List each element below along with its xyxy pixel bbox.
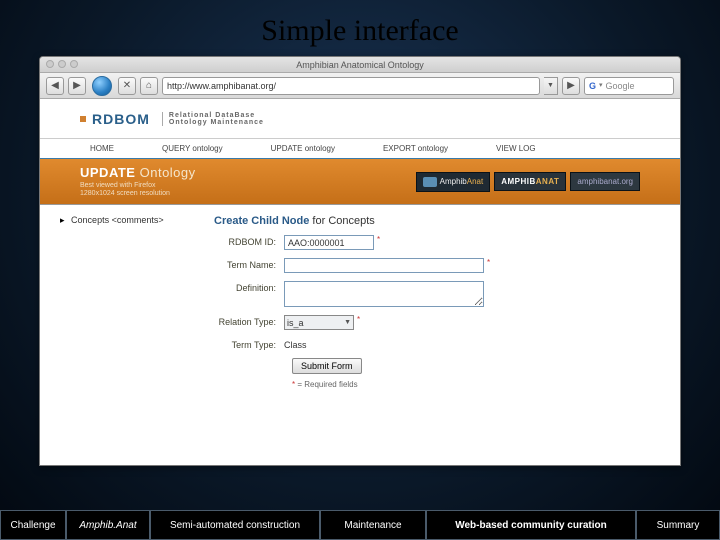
required-mark: * <box>377 235 380 244</box>
site-logo[interactable]: RDBOM Relational DataBase Ontology Maint… <box>80 111 264 127</box>
label-rdbom-id: RDBOM ID: <box>214 235 284 247</box>
label-term-name: Term Name: <box>214 258 284 270</box>
relation-type-select[interactable]: is_a▼ <box>284 315 354 330</box>
definition-field[interactable] <box>284 281 484 307</box>
required-note: * = Required fields <box>292 380 650 389</box>
page-content: RDBOM Relational DataBase Ontology Maint… <box>40 99 680 399</box>
nav-viewlog[interactable]: VIEW LOG <box>486 141 546 156</box>
left-tree: ▸ Concepts <comments> <box>60 215 200 389</box>
nav-home[interactable]: HOME <box>80 141 124 156</box>
form-heading: Create Child Node for Concepts <box>214 215 650 227</box>
minimize-icon[interactable] <box>58 60 66 68</box>
forward-button[interactable]: ▶ <box>68 77 86 95</box>
slide-nav: Challenge Amphib.Anat Semi-automated con… <box>0 510 720 540</box>
nav-update[interactable]: UPDATE ontology <box>261 141 345 156</box>
slidenav-amphibanat[interactable]: Amphib.Anat <box>66 510 150 540</box>
chevron-down-icon: ▼ <box>344 319 351 326</box>
required-mark: * <box>487 258 490 267</box>
close-icon[interactable] <box>46 60 54 68</box>
form-panel: Create Child Node for Concepts RDBOM ID:… <box>214 215 650 389</box>
window-title: Amphibian Anatomical Ontology <box>296 60 424 70</box>
url-text: http://www.amphibanat.org/ <box>167 78 276 94</box>
site-nav: HOME QUERY ontology UPDATE ontology EXPO… <box>40 139 680 159</box>
label-relation-type: Relation Type: <box>214 315 284 327</box>
url-bar[interactable]: http://www.amphibanat.org/ <box>162 77 540 95</box>
bullet-icon: ▸ <box>60 215 65 225</box>
logo-subtitle: Relational DataBase Ontology Maintenance <box>162 112 264 126</box>
go-button[interactable]: ▶ <box>562 77 580 95</box>
amphibanat-link[interactable]: amphibanat.org <box>570 172 640 191</box>
banner-hint: Best viewed with Firefox 1280x1024 scree… <box>80 182 196 197</box>
url-dropdown-icon[interactable]: ▼ <box>544 77 558 95</box>
search-engine-icon: G <box>589 78 596 94</box>
term-type-value: Class <box>284 338 307 350</box>
slidenav-webcuration[interactable]: Web-based community curation <box>426 510 636 540</box>
window-controls[interactable] <box>46 60 78 68</box>
banner-right: AmphibAnat AMPHIBANAT amphibanat.org <box>416 172 640 192</box>
required-mark: * <box>357 315 360 324</box>
home-button[interactable]: ⌂ <box>140 77 158 95</box>
logo-square-icon <box>80 116 86 122</box>
search-placeholder: Google <box>606 78 635 94</box>
submit-button[interactable]: Submit Form <box>292 358 362 374</box>
site-header: RDBOM Relational DataBase Ontology Maint… <box>40 99 680 139</box>
nav-query[interactable]: QUERY ontology <box>152 141 233 156</box>
logo-text: RDBOM <box>92 111 150 127</box>
search-input[interactable]: G ▾ Google <box>584 77 674 95</box>
back-button[interactable]: ◀ <box>46 77 64 95</box>
stop-button[interactable]: ✕ <box>118 77 136 95</box>
browser-window: Amphibian Anatomical Ontology ◀ ▶ ✕ ⌂ ht… <box>39 56 681 466</box>
slidenav-semiauto[interactable]: Semi-automated construction <box>150 510 320 540</box>
window-titlebar: Amphibian Anatomical Ontology <box>40 57 680 73</box>
slidenav-maintenance[interactable]: Maintenance <box>320 510 426 540</box>
label-term-type: Term Type: <box>214 338 284 350</box>
nav-export[interactable]: EXPORT ontology <box>373 141 458 156</box>
frog-icon <box>423 177 437 187</box>
label-definition: Definition: <box>214 281 284 293</box>
reload-icon[interactable] <box>92 76 112 96</box>
browser-toolbar: ◀ ▶ ✕ ⌂ http://www.amphibanat.org/ ▼ ▶ G… <box>40 73 680 99</box>
rdbom-id-field[interactable] <box>284 235 374 250</box>
amphibanat-badge[interactable]: AmphibAnat <box>416 172 491 192</box>
term-name-field[interactable] <box>284 258 484 273</box>
amphibanat-logo: AMPHIBANAT <box>494 172 566 191</box>
banner-title: UPDATE Ontology <box>80 165 196 180</box>
slide-title: Simple interface <box>0 0 720 56</box>
slidenav-challenge[interactable]: Challenge <box>0 510 66 540</box>
tree-item-concepts[interactable]: Concepts <comments> <box>71 215 164 225</box>
zoom-icon[interactable] <box>70 60 78 68</box>
main-content: ▸ Concepts <comments> Create Child Node … <box>40 205 680 399</box>
page-banner: UPDATE Ontology Best viewed with Firefox… <box>40 159 680 205</box>
slidenav-summary[interactable]: Summary <box>636 510 720 540</box>
